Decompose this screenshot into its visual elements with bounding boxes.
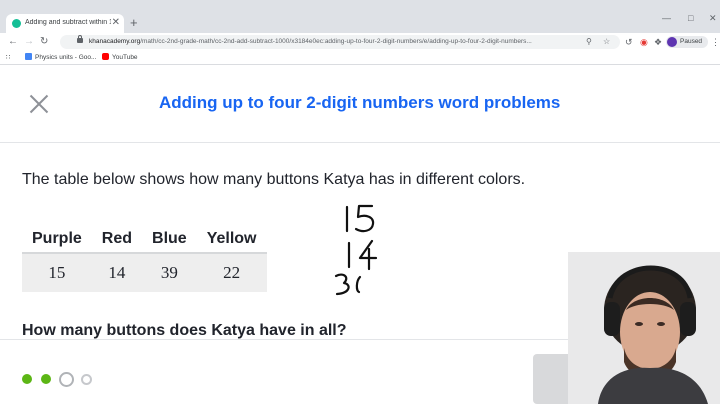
table-header-yellow: Yellow: [196, 225, 267, 254]
table-cell-purple: 15: [22, 253, 92, 292]
window-close-icon[interactable]: ✕: [709, 12, 717, 24]
address-bar[interactable]: khanacademy.org/math/cc-2nd-grade-math/c…: [60, 35, 620, 49]
table-header-red: Red: [91, 225, 143, 254]
profile-button[interactable]: Paused: [666, 36, 708, 48]
tab-close-icon[interactable]: ✕: [112, 17, 120, 29]
url-text[interactable]: khanacademy.org/math/cc-2nd-grade-math/c…: [89, 37, 569, 47]
progress-dot-4: [81, 374, 92, 385]
maximize-icon[interactable]: □: [688, 12, 693, 24]
reload-icon[interactable]: ↻: [40, 35, 48, 49]
table-cell-yellow: 22: [196, 253, 267, 292]
browser-tab-bar: Adding and subtract within 1,000 | ... ✕…: [0, 0, 720, 33]
table-cell-blue: 39: [142, 253, 197, 292]
minimize-icon[interactable]: —: [662, 12, 671, 24]
new-tab-button[interactable]: +: [130, 15, 138, 31]
extension-record-icon[interactable]: ◉: [640, 35, 648, 49]
progress-dot-current: [59, 372, 74, 387]
bookmark-star-icon[interactable]: ☆: [603, 36, 610, 48]
tab-title: Adding and subtract within 1,000 | ...: [25, 19, 111, 26]
buttons-table: Purple Red Blue Yellow 15 14 39 22: [22, 225, 267, 292]
browser-tab[interactable]: Adding and subtract within 1,000 | ... ✕: [6, 14, 124, 33]
progress-dot-2: [41, 374, 51, 384]
question-text: The table below shows how many buttons K…: [22, 171, 526, 188]
profile-status: Paused: [680, 38, 703, 45]
bookmark-youtube[interactable]: YouTube: [102, 53, 138, 62]
youtube-icon: [102, 53, 109, 60]
apps-grid-icon[interactable]: ∷: [6, 53, 10, 62]
extensions-puzzle-icon[interactable]: ❖: [654, 35, 662, 49]
bookmark-physics-units[interactable]: Physics units - Goo...: [25, 53, 96, 62]
google-docs-icon: [25, 53, 32, 60]
browser-toolbar: ← → ↻ khanacademy.org/math/cc-2nd-grade-…: [0, 33, 720, 51]
webcam-overlay: [568, 252, 720, 404]
avatar: [667, 37, 677, 47]
close-exercise-icon[interactable]: [28, 93, 50, 115]
menu-kebab-icon[interactable]: ⋮: [711, 35, 720, 49]
lock-icon: [77, 35, 83, 43]
progress-dot-1: [22, 374, 32, 384]
bookmarks-bar: ∷ Physics units - Goo... YouTube: [0, 51, 720, 65]
forward-icon[interactable]: →: [24, 35, 34, 49]
extension-share-icon[interactable]: ↺: [625, 35, 633, 49]
table-row: 15 14 39 22: [22, 253, 267, 292]
back-icon[interactable]: ←: [8, 35, 18, 49]
exercise-header: Adding up to four 2-digit numbers word p…: [0, 65, 720, 143]
zoom-icon[interactable]: ⚲: [586, 36, 592, 48]
question-prompt: How many buttons does Katya have in all?: [22, 322, 347, 339]
table-header-purple: Purple: [22, 225, 92, 254]
table-cell-red: 14: [91, 253, 143, 292]
khan-academy-favicon-icon: [12, 19, 21, 28]
table-header-blue: Blue: [142, 225, 197, 254]
page-title: Adding up to four 2-digit numbers word p…: [159, 93, 561, 112]
